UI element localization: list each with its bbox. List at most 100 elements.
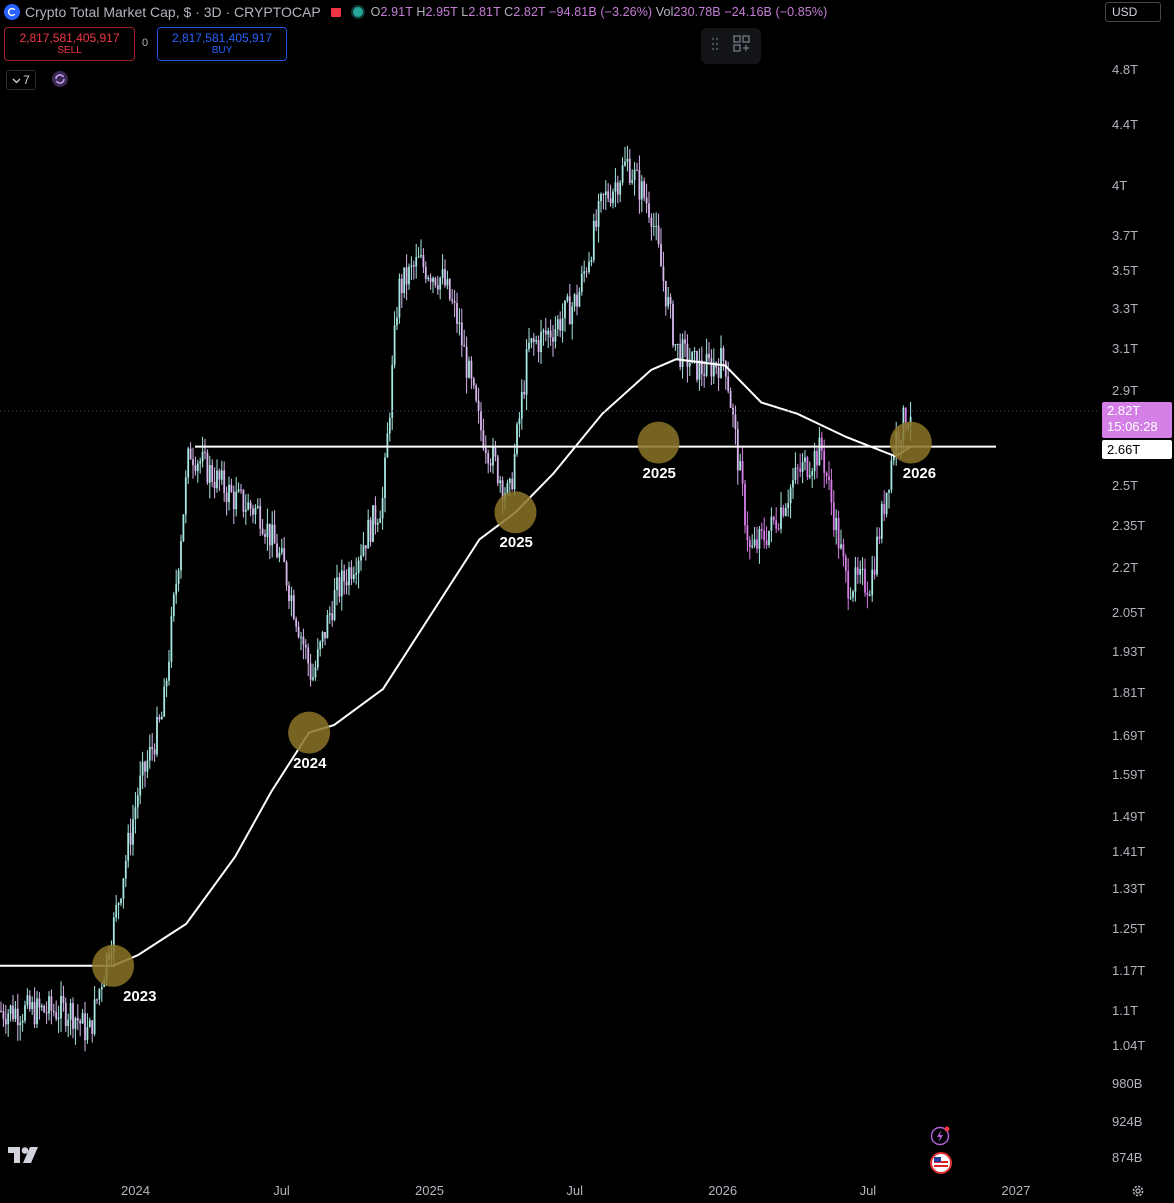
candle-body: [76, 1018, 79, 1021]
candle-body: [424, 266, 427, 279]
candle-body: [842, 544, 845, 557]
candle-body: [4, 1018, 7, 1025]
candle-body: [74, 1018, 77, 1029]
candle-body: [242, 489, 245, 512]
candle-body: [489, 463, 492, 466]
candle-body: [340, 570, 343, 597]
candle-body: [518, 418, 521, 425]
candle-body: [338, 577, 341, 597]
drag-handle-icon[interactable]: [711, 37, 719, 56]
candle-body: [86, 1027, 89, 1041]
lightning-icon[interactable]: [930, 1126, 950, 1151]
floating-toolbar[interactable]: [701, 28, 761, 64]
candle-body: [201, 451, 204, 462]
candle-body: [453, 301, 456, 303]
candle-body: [484, 448, 487, 454]
candle-body: [576, 294, 578, 307]
candle-body: [753, 539, 756, 546]
candle-body: [55, 1012, 58, 1020]
candle-body: [362, 545, 365, 556]
candle-body: [775, 520, 778, 529]
layout-icon[interactable]: [733, 34, 751, 58]
candle-body: [684, 339, 686, 344]
last-price-value: 2.82T: [1107, 403, 1141, 418]
refresh-icon[interactable]: [51, 70, 69, 88]
candle-body: [208, 465, 211, 483]
tradingview-logo-icon[interactable]: [8, 1147, 40, 1168]
candle-body: [211, 465, 214, 482]
candle-body: [602, 194, 605, 196]
candle-body: [31, 1002, 34, 1010]
candle-body: [722, 348, 725, 361]
candle-body: [314, 667, 317, 678]
spread-value: 0: [142, 37, 149, 49]
candle-body: [266, 523, 269, 537]
candle-body: [561, 318, 564, 331]
candle-body: [595, 220, 598, 227]
candle-body: [192, 459, 194, 466]
candle-body: [796, 467, 799, 469]
candle-body: [285, 562, 288, 586]
buy-button[interactable]: 2,817,581,405,917 BUY: [157, 27, 287, 61]
candle-body: [890, 460, 893, 490]
candle-body: [696, 351, 698, 380]
candle-body: [616, 182, 619, 195]
candle-body: [868, 595, 871, 597]
candle-body: [429, 277, 432, 282]
candle-body: [465, 346, 468, 378]
sell-button[interactable]: 2,817,581,405,917 SELL: [4, 27, 135, 61]
candle-body: [828, 476, 830, 481]
candle-body: [24, 1005, 26, 1021]
candle-body: [398, 278, 401, 318]
candle-body: [513, 453, 516, 489]
candle-body: [129, 832, 132, 845]
candle-body: [175, 583, 178, 595]
chart-area[interactable]: [0, 0, 1174, 1200]
candle-body: [736, 429, 739, 471]
candlestick-series: [0, 145, 912, 1052]
candle-body: [446, 279, 449, 286]
candle-body: [657, 225, 660, 244]
candle-body: [528, 342, 530, 350]
us-flag-icon[interactable]: [930, 1152, 952, 1179]
symbol-title[interactable]: Crypto Total Market Cap, $ · 3D · CRYPTO…: [25, 4, 321, 20]
candle-body: [480, 410, 482, 431]
candle-body: [835, 517, 838, 531]
ohlc-values: O2.91T H2.95T L2.81T C2.82T −94.81B (−3.…: [370, 5, 828, 19]
candle-body: [571, 306, 574, 325]
candle-body: [847, 571, 850, 599]
price-axis-tick: 2.05T: [1112, 605, 1146, 620]
candle-body: [88, 1020, 91, 1028]
candle-body: [801, 462, 804, 472]
candle-body: [544, 330, 547, 335]
candle-body: [734, 414, 737, 429]
currency-selector[interactable]: USD: [1105, 2, 1161, 22]
candle-body: [422, 255, 425, 267]
candle-body: [864, 568, 866, 593]
candle-body: [590, 260, 593, 262]
candle-body: [619, 182, 622, 195]
candle-body: [14, 1008, 17, 1020]
candle-body: [372, 505, 374, 542]
indicators-toggle[interactable]: 7: [6, 70, 36, 90]
candle-body: [156, 717, 158, 755]
candle-body: [724, 361, 727, 377]
candle-body: [808, 475, 811, 478]
candle-body: [184, 477, 187, 515]
candle-body: [40, 1005, 43, 1008]
gear-icon[interactable]: [1131, 1184, 1145, 1203]
candle-body: [825, 472, 828, 477]
candle-body: [554, 329, 557, 342]
candle-body: [772, 516, 775, 521]
price-axis-tick: 874B: [1112, 1149, 1143, 1165]
candle-body: [686, 343, 689, 367]
candle-body: [165, 680, 168, 687]
circle-year-label: 2024: [293, 754, 327, 772]
candle-body: [460, 322, 463, 346]
candle-body: [100, 987, 103, 990]
candle-body: [369, 519, 372, 542]
candle-body: [223, 470, 226, 493]
candle-body: [69, 1003, 72, 1020]
candle-body: [134, 807, 137, 820]
candle-body: [67, 1019, 70, 1026]
